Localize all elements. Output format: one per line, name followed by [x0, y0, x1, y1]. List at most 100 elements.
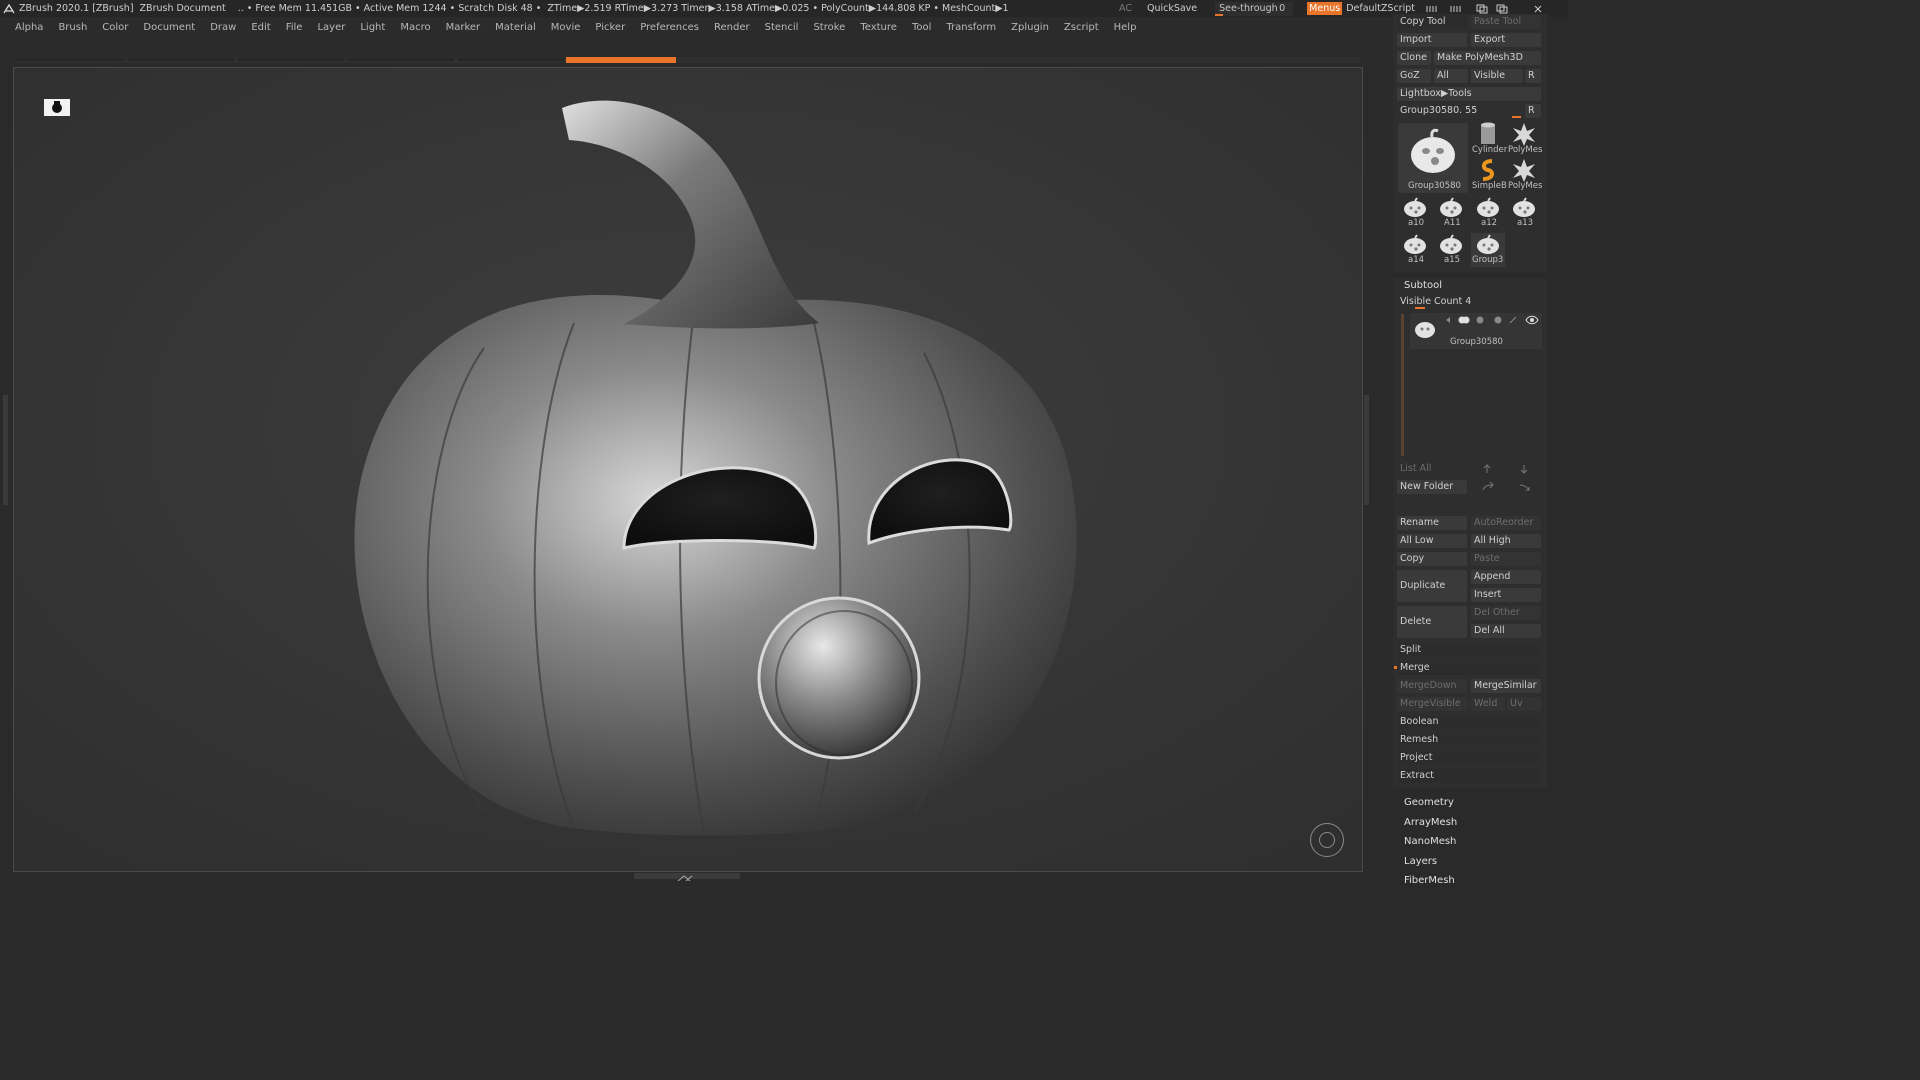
menu-color[interactable]: Color [102, 22, 128, 33]
menu-texture[interactable]: Texture [860, 22, 897, 33]
extract-section[interactable]: Extract [1397, 769, 1541, 783]
mergesimilar-button[interactable]: MergeSimilar [1471, 679, 1541, 693]
default-zscript-button[interactable]: DefaultZScript [1346, 3, 1415, 14]
window-controls-icon[interactable] [1425, 3, 1545, 15]
list-all-button[interactable]: List All [1397, 462, 1467, 476]
del-other-button[interactable]: Del Other [1471, 606, 1541, 620]
copy-subtool-button[interactable]: Copy [1397, 552, 1467, 566]
mergedown-button[interactable]: MergeDown [1397, 679, 1467, 693]
geometry-section[interactable]: Geometry [1404, 797, 1454, 808]
mergevisible-button[interactable]: MergeVisible [1397, 697, 1467, 711]
subtool-scrollbar[interactable] [1401, 314, 1404, 456]
left-tray-handle[interactable] [3, 395, 8, 505]
tool-thumb-simplebrush[interactable]: SimpleB [1472, 158, 1507, 191]
folder-arrows-icon[interactable] [1481, 480, 1541, 494]
menu-light[interactable]: Light [360, 22, 385, 33]
subtool-item[interactable]: Group30580 [1410, 313, 1542, 349]
append-button[interactable]: Append [1471, 570, 1541, 584]
lightbox-tools-button[interactable]: Lightbox▶Tools [1397, 87, 1541, 101]
menu-tool[interactable]: Tool [912, 22, 931, 33]
bottom-tray-handle[interactable] [634, 873, 740, 882]
gizmo-icon[interactable] [1310, 823, 1344, 857]
copy-tool-button[interactable]: Copy Tool [1397, 15, 1467, 29]
subtool-title[interactable]: Subtool [1404, 280, 1442, 291]
tool-thumb-a12[interactable]: a12 [1472, 196, 1504, 228]
menus-toggle[interactable]: Menus [1307, 2, 1343, 15]
paste-tool-button[interactable]: Paste Tool [1471, 15, 1541, 29]
remesh-section[interactable]: Remesh [1397, 733, 1541, 747]
uv-toggle[interactable]: Uv [1507, 697, 1541, 711]
seethrough-slider[interactable]: See-through 0 [1215, 1, 1294, 16]
import-button[interactable]: Import [1397, 33, 1467, 47]
project-section[interactable]: Project [1397, 751, 1541, 765]
export-button[interactable]: Export [1471, 33, 1541, 47]
goz-r-button[interactable]: R [1525, 69, 1541, 83]
menu-movie[interactable]: Movie [551, 22, 581, 33]
right-tray-handle[interactable] [1364, 395, 1369, 505]
goz-button[interactable]: GoZ [1397, 69, 1431, 83]
paste-subtool-button[interactable]: Paste [1471, 552, 1541, 566]
duplicate-button[interactable]: Duplicate [1397, 570, 1467, 602]
new-folder-button[interactable]: New Folder [1397, 480, 1467, 494]
menu-picker[interactable]: Picker [595, 22, 625, 33]
tool-thumb-group3[interactable]: Group3 [1471, 233, 1505, 267]
boolean-section[interactable]: Boolean [1397, 715, 1541, 729]
menu-stroke[interactable]: Stroke [813, 22, 845, 33]
tool-thumb-label: a15 [1444, 255, 1461, 265]
tool-thumb-a14[interactable]: a14 [1399, 233, 1431, 265]
menu-transform[interactable]: Transform [946, 22, 996, 33]
menu-stencil[interactable]: Stencil [765, 22, 799, 33]
ac-label[interactable]: AC [1119, 3, 1132, 14]
goz-visible-button[interactable]: Visible [1471, 69, 1523, 83]
camera-icon[interactable] [44, 99, 70, 116]
arraymesh-section[interactable]: ArrayMesh [1404, 817, 1457, 828]
tool-r-button[interactable]: R [1525, 104, 1541, 118]
goz-all-button[interactable]: All [1434, 69, 1468, 83]
current-tool-thumb[interactable]: Group30580 [1398, 123, 1468, 193]
menu-help[interactable]: Help [1114, 22, 1137, 33]
menu-file[interactable]: File [286, 22, 303, 33]
menu-layer[interactable]: Layer [317, 22, 345, 33]
quicksave-button[interactable]: QuickSave [1147, 3, 1197, 14]
menu-draw[interactable]: Draw [210, 22, 236, 33]
make-polymesh-button[interactable]: Make PolyMesh3D [1434, 51, 1541, 65]
clone-button[interactable]: Clone [1397, 51, 1431, 65]
tool-thumb-a10[interactable]: a10 [1399, 196, 1431, 228]
all-low-button[interactable]: All Low [1397, 534, 1467, 548]
tool-thumb-a11[interactable]: A11 [1435, 196, 1467, 228]
delete-button[interactable]: Delete [1397, 606, 1467, 638]
fibermesh-section[interactable]: FiberMesh [1404, 875, 1455, 886]
rename-button[interactable]: Rename [1397, 516, 1467, 530]
menu-material[interactable]: Material [495, 22, 536, 33]
subtool-visibility-icons[interactable] [1444, 314, 1540, 326]
all-high-button[interactable]: All High [1471, 534, 1541, 548]
menu-macro[interactable]: Macro [400, 22, 430, 33]
nanomesh-section[interactable]: NanoMesh [1404, 836, 1456, 847]
layers-section[interactable]: Layers [1404, 856, 1437, 867]
tool-thumb-a15[interactable]: a15 [1435, 233, 1467, 265]
menu-brush[interactable]: Brush [58, 22, 87, 33]
menu-alpha[interactable]: Alpha [15, 22, 43, 33]
tool-slider[interactable]: Group30580. 55 [1397, 104, 1523, 118]
menu-edit[interactable]: Edit [251, 22, 270, 33]
tool-thumb-cylinder[interactable]: Cylinder [1472, 122, 1507, 155]
tool-thumb-label: a10 [1408, 218, 1425, 228]
menu-zscript[interactable]: Zscript [1064, 22, 1099, 33]
canvas-viewport[interactable] [13, 67, 1363, 872]
menu-preferences[interactable]: Preferences [640, 22, 699, 33]
autoreorder-button[interactable]: AutoReorder [1471, 516, 1541, 530]
visible-count-slider[interactable]: Visible Count 4 [1397, 296, 1541, 310]
weld-toggle[interactable]: Weld [1471, 697, 1505, 711]
tool-thumb-a13[interactable]: a13 [1508, 196, 1540, 228]
menu-zplugin[interactable]: Zplugin [1011, 22, 1049, 33]
tool-thumb-polymesh[interactable]: PolyMes [1508, 158, 1542, 191]
menu-marker[interactable]: Marker [446, 22, 481, 33]
menu-document[interactable]: Document [143, 22, 195, 33]
tool-thumb-polymesh[interactable]: PolyMes [1508, 122, 1542, 155]
move-arrows-icon[interactable] [1481, 462, 1541, 476]
merge-section[interactable]: Merge [1397, 661, 1541, 675]
split-section[interactable]: Split [1397, 643, 1541, 657]
menu-render[interactable]: Render [714, 22, 750, 33]
insert-button[interactable]: Insert [1471, 588, 1541, 602]
del-all-button[interactable]: Del All [1471, 624, 1541, 638]
